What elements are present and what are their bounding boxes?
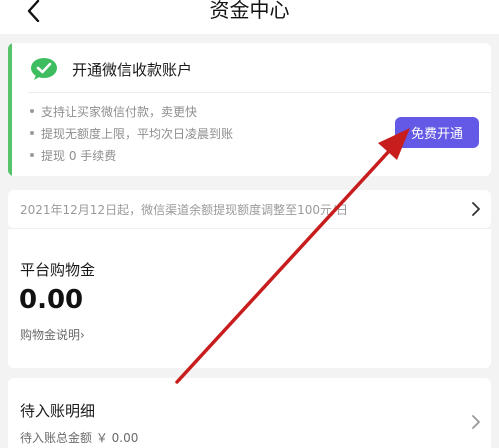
balance-info-link[interactable]: 购物金说明› (20, 326, 85, 343)
wechat-account-card: 开通微信收款账户 支持让买家微信付款，卖更快 提现无额度上限，平均次日凌晨到账 … (8, 43, 491, 176)
feature-item: 提现 0 手续费 (30, 147, 116, 164)
top-nav-bar: 资金中心 (0, 0, 499, 34)
feature-text: 支持让买家微信付款，卖更快 (41, 105, 198, 119)
wechat-logo-icon (31, 58, 57, 80)
balance-label: 平台购物金 (20, 261, 96, 279)
page-title: 资金中心 (209, 0, 290, 22)
divider (28, 92, 491, 93)
chevron-right-icon (472, 202, 480, 216)
accent-bar (8, 43, 12, 176)
free-open-button[interactable]: 免费开通 (395, 117, 479, 148)
feature-text: 提现 0 手续费 (41, 149, 117, 163)
bullet-icon (30, 130, 34, 135)
chevron-right-icon (472, 415, 480, 429)
balance-amount: 0.00 (19, 285, 84, 315)
pending-entries-row[interactable]: 待入账明细 待入账总金额 ￥ 0.00 (8, 378, 491, 448)
wechat-card-header: 开通微信收款账户 (30, 57, 192, 81)
pending-total: 待入账总金额 ￥ 0.00 (20, 431, 139, 445)
pending-title: 待入账明细 (20, 402, 96, 420)
platform-balance-card: 平台购物金 0.00 购物金说明› (8, 228, 491, 368)
feature-text: 提现无额度上限，平均次日凌晨到账 (41, 127, 234, 141)
wechat-card-title: 开通微信收款账户 (72, 60, 193, 79)
bullet-icon (30, 108, 34, 113)
notice-text: 2021年12月12日起，微信渠道余额提现额度调整至100元/日 (20, 203, 349, 217)
feature-item: 支持让买家微信付款，卖更快 (30, 103, 197, 120)
feature-item: 提现无额度上限，平均次日凌晨到账 (30, 125, 233, 142)
bullet-icon (30, 152, 34, 157)
withdraw-limit-notice[interactable]: 2021年12月12日起，微信渠道余额提现额度调整至100元/日 (8, 190, 491, 228)
